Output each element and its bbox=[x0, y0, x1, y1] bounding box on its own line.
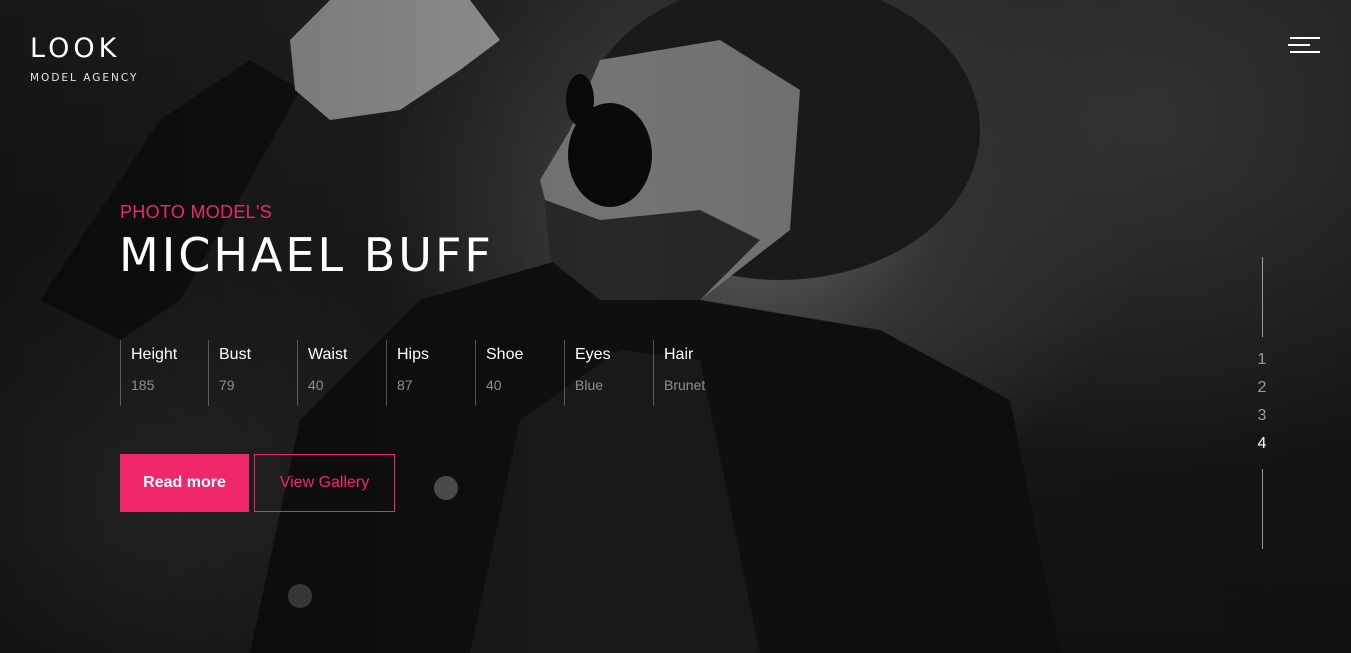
pager-item-1[interactable]: 1 bbox=[1258, 348, 1267, 376]
stat-label: Waist bbox=[308, 346, 348, 363]
view-gallery-button[interactable]: View Gallery bbox=[254, 454, 395, 512]
stat-shoe: Shoe 40 bbox=[475, 340, 564, 406]
photo-overlay bbox=[0, 0, 1351, 653]
menu-line bbox=[1290, 51, 1320, 53]
pager-item-4[interactable]: 4 bbox=[1258, 432, 1267, 460]
stat-bust: Bust 79 bbox=[208, 340, 297, 406]
stat-value: 87 bbox=[397, 377, 413, 393]
pager-item-3[interactable]: 3 bbox=[1258, 404, 1267, 432]
model-category: PHOTO MODEL'S bbox=[120, 202, 273, 222]
pager-divider bbox=[1262, 257, 1263, 337]
hamburger-menu-icon[interactable] bbox=[1288, 37, 1320, 55]
stat-eyes: Eyes Blue bbox=[564, 340, 653, 406]
slide-pager: 1 2 3 4 bbox=[1249, 348, 1275, 460]
stat-hips: Hips 87 bbox=[386, 340, 475, 406]
stat-label: Hair bbox=[664, 346, 694, 363]
stat-value: 40 bbox=[486, 377, 502, 393]
logo-subtitle: MODEL AGENCY bbox=[30, 72, 139, 84]
stat-label: Hips bbox=[397, 346, 430, 363]
stat-label: Shoe bbox=[486, 346, 524, 363]
stat-label: Bust bbox=[219, 346, 252, 363]
read-more-button[interactable]: Read more bbox=[120, 454, 249, 512]
stat-value: Blue bbox=[575, 377, 604, 393]
stat-label: Height bbox=[131, 346, 178, 363]
menu-line bbox=[1290, 37, 1320, 39]
model-name: MICHAEL BUFF bbox=[119, 228, 494, 282]
stat-waist: Waist 40 bbox=[297, 340, 386, 406]
logo-title: LOOK bbox=[30, 33, 121, 64]
hero-slider: LOOK MODEL AGENCY PHOTO MODEL'S MICHAEL … bbox=[0, 0, 1351, 653]
stat-value: Brunet bbox=[664, 377, 706, 393]
pager-item-2[interactable]: 2 bbox=[1258, 376, 1267, 404]
stat-height: Height 185 bbox=[120, 340, 208, 406]
pager-divider bbox=[1262, 469, 1263, 549]
menu-line bbox=[1288, 44, 1310, 46]
stat-value: 185 bbox=[131, 377, 155, 393]
stat-value: 40 bbox=[308, 377, 324, 393]
stat-label: Eyes bbox=[575, 346, 611, 363]
stat-hair: Hair Brunet bbox=[653, 340, 742, 406]
brand-logo[interactable]: LOOK MODEL AGENCY bbox=[30, 33, 138, 84]
stat-value: 79 bbox=[219, 377, 235, 393]
model-stats: Height 185 Bust 79 Waist 40 Hips 87 Shoe… bbox=[120, 340, 742, 406]
